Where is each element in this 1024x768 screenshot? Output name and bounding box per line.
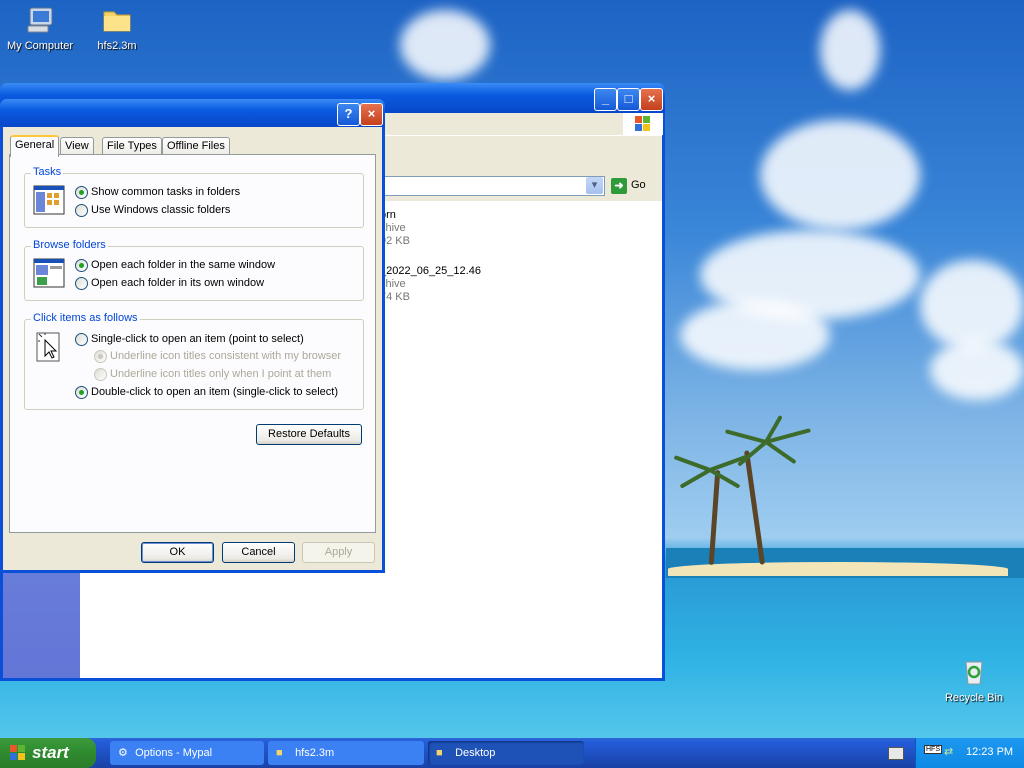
ok-button[interactable]: OK [141,542,214,563]
task-label: hfs2.3m [295,747,335,759]
network-tray-icon[interactable]: ⇄ [944,745,953,758]
start-button[interactable]: start [0,738,96,768]
browse-folders-group [24,246,364,301]
maximize-button[interactable]: □ [617,88,640,111]
radio-label[interactable]: Underline icon titles only when I point … [110,368,331,380]
help-button[interactable]: ? [337,103,360,126]
radio-label[interactable]: Open each folder in its own window [91,277,264,289]
go-label: Go [631,179,646,191]
apply-button[interactable]: Apply [302,542,375,563]
close-icon: × [647,91,656,106]
desktop-icon-label: Recycle Bin [944,692,1004,704]
minimize-icon: _ [601,91,610,106]
tab-general[interactable]: General [10,135,60,157]
maximize-icon: □ [624,91,633,106]
click-items-group-title: Click items as follows [31,312,140,324]
radio-label[interactable]: Double-click to open an item (single-cli… [91,386,338,398]
folder-icon [101,4,133,36]
chevron-down-icon: ▾ [591,179,598,191]
task-label: Options - Mypal [135,747,213,759]
radio-underline-point[interactable] [94,368,107,381]
minimize-button[interactable]: _ [594,88,617,111]
windows-flag-icon [10,745,26,761]
tab-label: Offline Files [167,140,225,152]
radio-show-common-tasks[interactable] [75,186,88,199]
help-icon: ? [344,106,353,121]
file-size: 74 KB [380,291,410,303]
tasks-group-title: Tasks [31,166,64,178]
start-label: start [32,743,69,762]
desktop-icon-label: hfs2.3m [97,40,137,52]
tab-label: General [15,139,55,151]
tab-file-types[interactable]: File Types [102,137,162,155]
radio-label[interactable]: Use Windows classic folders [91,204,230,216]
desktop-icon-hfs[interactable]: hfs2.3m [77,4,157,52]
click-pointer-icon [36,332,64,362]
address-bar[interactable] [383,176,605,196]
radio-label[interactable]: Underline icon titles consistent with my… [110,350,341,362]
radio-label[interactable]: Open each folder in the same window [91,259,275,271]
radio-underline-browser[interactable] [94,350,107,363]
radio-own-window[interactable] [75,277,88,290]
desktop-icon-recycle-bin[interactable]: Recycle Bin [934,656,1014,704]
windows-logo-icon [623,113,663,135]
browse-illustration-icon [33,258,65,288]
tab-offline-files[interactable]: Offline Files [162,137,230,155]
system-tray: HFS ⇄ 12:23 PM [915,738,1024,768]
go-button[interactable]: ➜ Go [609,177,653,195]
radio-classic-folders[interactable] [75,204,88,217]
taskbar-item-desktop[interactable]: ■ Desktop [428,741,584,765]
file-type: chive [380,278,406,290]
folder-icon: ■ [436,747,443,759]
dialog-titlebar[interactable] [0,99,385,127]
recycle-bin-icon [958,656,990,688]
computer-icon [24,4,56,36]
restore-defaults-button[interactable]: Restore Defaults [256,424,362,445]
radio-label[interactable]: Show common tasks in folders [91,186,240,198]
tab-view[interactable]: View [60,137,94,155]
dialog-close-button[interactable]: × [360,103,383,126]
keyboard-icon[interactable] [888,747,904,760]
browse-folders-group-title: Browse folders [31,239,108,251]
file-name: _2022_06_25_12.46 [380,265,481,277]
taskbar-item-hfs[interactable]: ■ hfs2.3m [268,741,424,765]
taskbar: start ⚙ Options - Mypal ■ hfs2.3m ■ Desk… [0,738,1024,768]
desktop-icon-my-computer[interactable]: My Computer [0,4,80,52]
folder-icon: ■ [276,747,283,759]
taskbar-item-options[interactable]: ⚙ Options - Mypal [110,741,264,765]
tab-label: View [65,140,89,152]
radio-label[interactable]: Single-click to open an item (point to s… [91,333,304,345]
radio-same-window[interactable] [75,259,88,272]
go-arrow-icon: ➜ [611,178,627,194]
clock: 12:23 PM [966,746,1014,758]
options-app-icon: ⚙ [118,747,128,759]
close-icon: × [367,106,376,121]
address-dropdown-button[interactable]: ▾ [586,177,603,194]
task-label: Desktop [455,747,496,759]
tasks-illustration-icon [33,185,65,215]
hfs-tray-icon[interactable]: HFS [924,745,942,754]
file-item[interactable]: _2022_06_25_12.46 chive 74 KB [380,265,481,303]
cancel-button[interactable]: Cancel [222,542,295,563]
tasks-group [24,173,364,228]
close-button[interactable]: × [640,88,663,111]
radio-single-click[interactable] [75,333,88,346]
tab-label: File Types [107,140,157,152]
desktop-icon-label: My Computer [6,40,74,52]
radio-double-click[interactable] [75,386,88,399]
